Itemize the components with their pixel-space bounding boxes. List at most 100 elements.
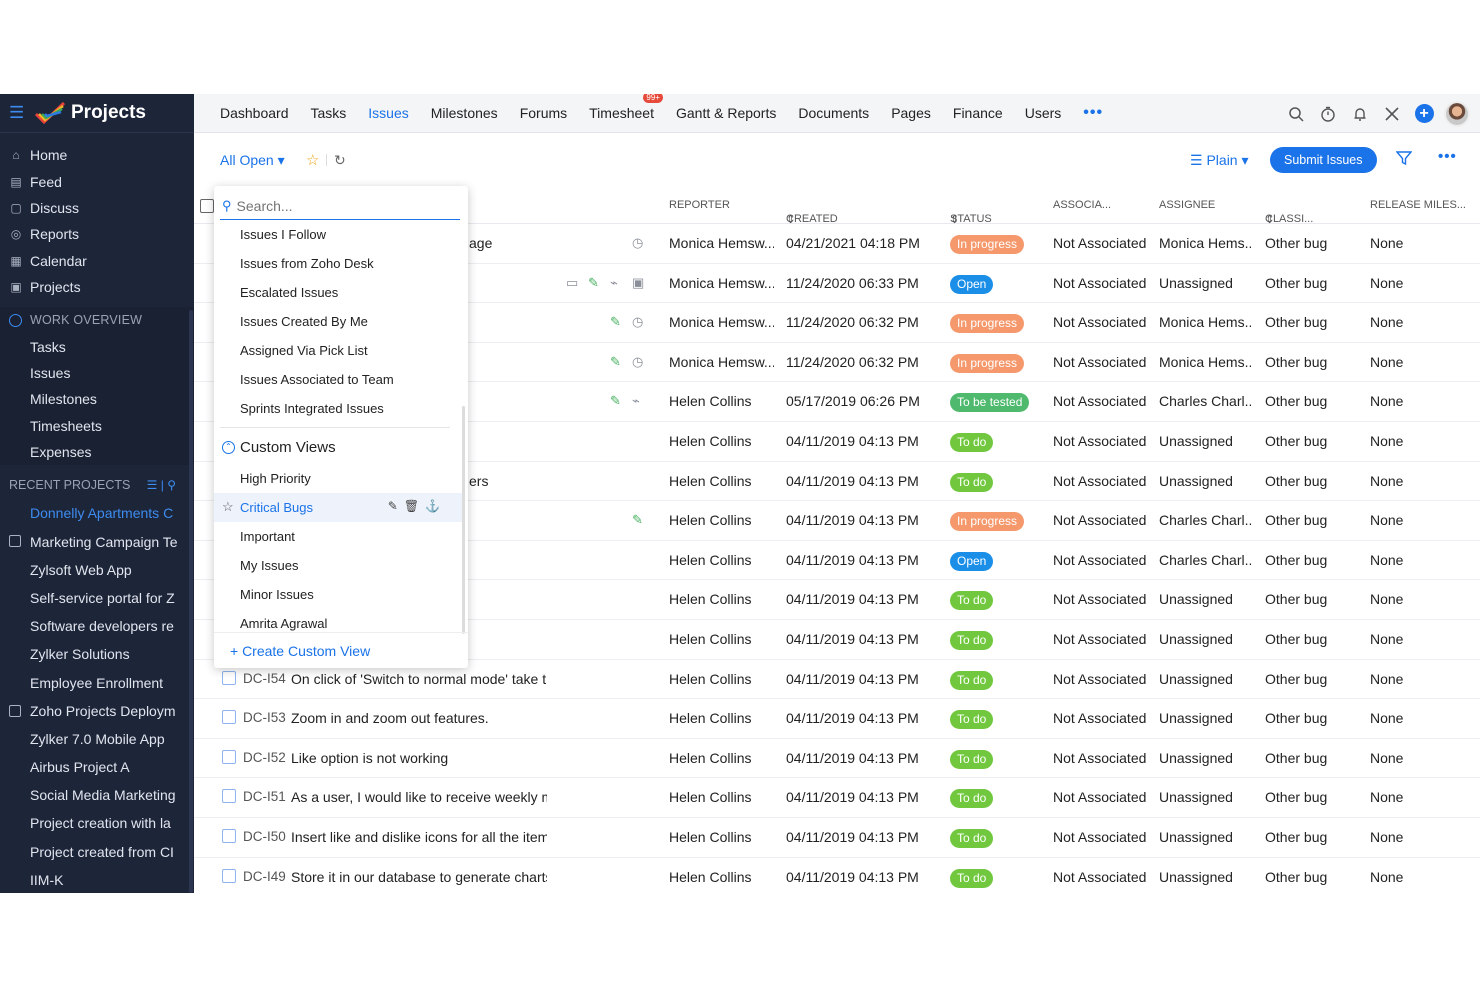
tab-users[interactable]: Users bbox=[1025, 105, 1062, 121]
timer-icon[interactable]: ◷ bbox=[632, 235, 643, 251]
custom-view-option-selected[interactable]: ☆ Critical Bugs ✎🗑⚓ bbox=[214, 493, 462, 522]
header-release-milestone[interactable]: RELEASE MILES... bbox=[1370, 199, 1466, 211]
status-badge[interactable]: To do bbox=[950, 591, 994, 611]
tab-dashboard[interactable]: Dashboard bbox=[220, 105, 289, 121]
tab-tasks[interactable]: Tasks bbox=[311, 105, 347, 121]
status-badge[interactable]: To be tested bbox=[950, 393, 1030, 413]
status-badge[interactable]: To do bbox=[950, 670, 994, 690]
sidebar-item-projects[interactable]: ▣ Projects bbox=[0, 274, 194, 300]
table-row[interactable]: DC-I53 Zoom in and zoom out features. Hele… bbox=[194, 699, 1480, 739]
row-checkbox[interactable] bbox=[222, 868, 236, 883]
custom-view-option[interactable]: My Issues bbox=[214, 551, 462, 580]
recent-project-item[interactable]: Zylker 7.0 Mobile App bbox=[0, 725, 194, 753]
status-badge[interactable]: Open bbox=[950, 274, 994, 294]
bell-icon[interactable] bbox=[1344, 98, 1376, 130]
tab-pages[interactable]: Pages bbox=[891, 105, 931, 121]
recent-project-item[interactable]: Social Media Marketing bbox=[0, 781, 194, 809]
tab-documents[interactable]: Documents bbox=[798, 105, 869, 121]
status-badge[interactable]: To do bbox=[950, 789, 994, 809]
filter-icon[interactable] bbox=[1395, 150, 1413, 171]
more-options-icon[interactable]: ••• bbox=[1438, 148, 1457, 165]
work-overview-item-issues[interactable]: Issues bbox=[0, 360, 194, 386]
row-checkbox[interactable] bbox=[222, 828, 236, 843]
recent-project-item[interactable]: Employee Enrollment bbox=[0, 668, 194, 696]
sidebar-item-calendar[interactable]: ▦ Calendar bbox=[0, 248, 194, 274]
refresh-icon[interactable]: ↻ bbox=[334, 152, 346, 169]
tools-icon[interactable] bbox=[1376, 98, 1408, 130]
edit-icon[interactable]: ✎ bbox=[388, 499, 404, 513]
search-icon[interactable]: ⚲ bbox=[167, 478, 176, 492]
status-badge[interactable]: To do bbox=[950, 868, 994, 888]
sidebar-scrollbar[interactable] bbox=[189, 310, 193, 893]
issue-title[interactable]: Insert like and dislike icons for all th… bbox=[291, 829, 547, 845]
dropdown-scrollbar[interactable] bbox=[462, 406, 465, 634]
table-row[interactable]: DC-I50 Insert like and dislike icons for … bbox=[194, 818, 1480, 858]
table-row[interactable]: DC-I51 As a user, I would like to receive… bbox=[194, 778, 1480, 818]
issue-id[interactable]: DC-I50 bbox=[243, 829, 286, 844]
edit-icon[interactable]: ✎ bbox=[610, 354, 621, 370]
recent-project-item[interactable]: Marketing Campaign Te bbox=[0, 527, 194, 555]
filter-list-icon[interactable]: ☰ bbox=[147, 478, 158, 492]
recent-project-item[interactable]: Zylsoft Web App bbox=[0, 556, 194, 584]
issue-title[interactable]: Store it in our database to generate cha… bbox=[291, 869, 547, 885]
status-badge[interactable]: To do bbox=[950, 432, 994, 452]
tab-milestones[interactable]: Milestones bbox=[431, 105, 498, 121]
work-overview-item-timesheets[interactable]: Timesheets bbox=[0, 413, 194, 439]
calendar-icon[interactable]: ▣ bbox=[632, 275, 644, 291]
comment-icon[interactable]: ▭ bbox=[566, 275, 578, 291]
status-badge[interactable]: To do bbox=[950, 630, 994, 650]
hamburger-menu-icon[interactable]: ☰ bbox=[9, 103, 29, 123]
issue-id[interactable]: DC-I51 bbox=[243, 789, 286, 804]
status-badge[interactable]: To do bbox=[950, 828, 994, 848]
header-assignee[interactable]: ASSIGNEE bbox=[1159, 199, 1215, 211]
view-option[interactable]: Escalated Issues bbox=[214, 278, 462, 307]
view-search-input[interactable] bbox=[236, 197, 437, 214]
submit-issues-button[interactable]: Submit Issues bbox=[1270, 147, 1377, 173]
status-badge[interactable]: In progress bbox=[950, 512, 1025, 532]
table-row[interactable]: DC-I52 Like option is not working Helen Co… bbox=[194, 739, 1480, 779]
custom-view-option[interactable]: Minor Issues bbox=[214, 580, 462, 609]
issue-id[interactable]: DC-I52 bbox=[243, 750, 286, 765]
anchor-icon[interactable]: ⚓ bbox=[425, 499, 446, 513]
sidebar-item-reports[interactable]: ◎ Reports bbox=[0, 221, 194, 247]
tab-issues[interactable]: Issues bbox=[368, 105, 408, 121]
search-icon[interactable] bbox=[1280, 98, 1312, 130]
user-avatar[interactable] bbox=[1444, 100, 1470, 127]
tab-gantt-reports[interactable]: Gantt & Reports bbox=[676, 105, 776, 121]
work-overview-item-milestones[interactable]: Milestones bbox=[0, 386, 194, 412]
view-option[interactable]: Issues Associated to Team bbox=[214, 365, 462, 394]
view-selector[interactable]: All Open ▾ bbox=[220, 152, 285, 169]
sidebar-item-feed[interactable]: ▤ Feed bbox=[0, 168, 194, 194]
status-badge[interactable]: Open bbox=[950, 551, 994, 571]
recent-project-item[interactable]: Donnelly Apartments C bbox=[0, 499, 194, 527]
edit-icon[interactable]: ✎ bbox=[632, 512, 643, 528]
recent-project-item[interactable]: Zylker Solutions bbox=[0, 640, 194, 668]
view-option[interactable]: Issues I Follow bbox=[214, 220, 462, 249]
issue-title[interactable]: On click of 'Switch to normal mode' take… bbox=[291, 671, 547, 687]
recent-project-item[interactable]: Zoho Projects Deploym bbox=[0, 697, 194, 725]
row-checkbox[interactable] bbox=[222, 670, 236, 685]
timer-icon[interactable]: ◷ bbox=[632, 354, 643, 370]
more-tabs-icon[interactable]: ••• bbox=[1083, 104, 1103, 122]
favorite-star-icon[interactable]: ☆ bbox=[222, 499, 234, 515]
column-settings-icon[interactable] bbox=[200, 199, 214, 213]
issue-id[interactable]: DC-I49 bbox=[243, 869, 286, 884]
row-checkbox[interactable] bbox=[222, 789, 236, 804]
issue-id[interactable]: DC-I53 bbox=[243, 710, 286, 725]
custom-views-heading[interactable]: ⌃ Custom Views bbox=[214, 430, 462, 464]
star-icon[interactable]: ☆ bbox=[306, 151, 319, 169]
table-row[interactable]: DC-I49 Store it in our database to genera… bbox=[194, 858, 1480, 894]
edit-icon[interactable]: ✎ bbox=[610, 393, 621, 409]
recent-project-item[interactable]: Project created from CI bbox=[0, 838, 194, 866]
sidebar-item-home[interactable]: ⌂ Home bbox=[0, 142, 194, 168]
timer-icon[interactable]: ◷ bbox=[632, 314, 643, 330]
view-option[interactable]: Sprints Integrated Issues bbox=[214, 394, 462, 423]
issue-title[interactable]: Zoom in and zoom out features. bbox=[291, 710, 547, 726]
create-custom-view-button[interactable]: + Create Custom View bbox=[214, 632, 468, 668]
work-overview-heading[interactable]: WORK OVERVIEW bbox=[0, 307, 194, 333]
tab-forums[interactable]: Forums bbox=[520, 105, 567, 121]
tab-timesheet[interactable]: Timesheet 99+ bbox=[589, 94, 663, 121]
header-reporter[interactable]: REPORTER bbox=[669, 199, 730, 211]
view-option[interactable]: Issues from Zoho Desk bbox=[214, 249, 462, 278]
status-badge[interactable]: In progress bbox=[950, 235, 1025, 254]
